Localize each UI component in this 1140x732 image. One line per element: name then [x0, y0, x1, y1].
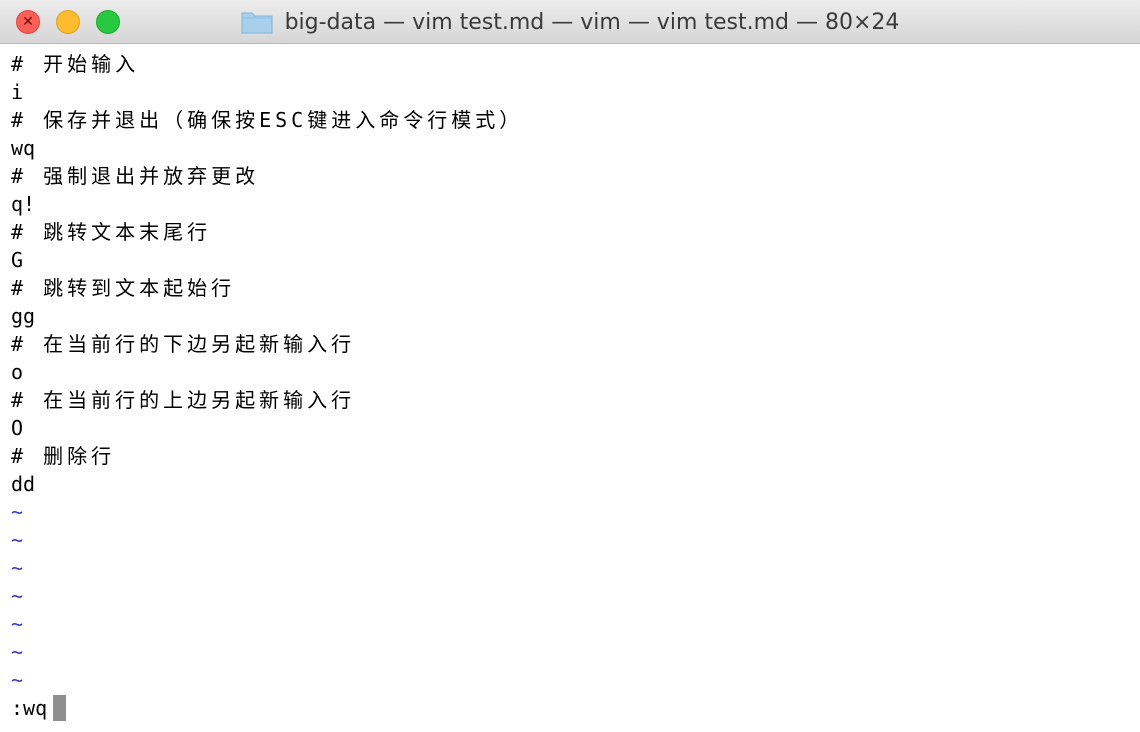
text-cursor: [53, 695, 66, 721]
editor-line: o: [11, 360, 24, 384]
empty-line-tilde: ~: [11, 584, 24, 608]
editor-line: gg: [11, 304, 36, 328]
editor-line: i: [11, 80, 24, 104]
editor-line: # 保存并退出（确保按ESC键进入命令行模式）: [11, 108, 524, 132]
title-bar[interactable]: ✕ big-data — vim test.md — vim — vim tes…: [0, 0, 1140, 44]
editor-line: dd: [11, 472, 36, 496]
title-area: big-data — vim test.md — vim — vim test.…: [0, 0, 1140, 44]
editor-line: O: [11, 416, 24, 440]
editor-line: # 删除行: [11, 444, 116, 468]
empty-line-tilde: ~: [11, 556, 24, 580]
editor-line: # 跳转文本末尾行: [11, 220, 212, 244]
empty-line-tilde: ~: [11, 528, 24, 552]
editor-line: # 开始输入: [11, 52, 140, 76]
editor-line: wq: [11, 136, 36, 160]
editor-line: # 在当前行的下边另起新输入行: [11, 332, 356, 356]
empty-line-tilde: ~: [11, 668, 24, 692]
editor-line: # 强制退出并放弃更改: [11, 164, 260, 188]
empty-line-tilde: ~: [11, 640, 24, 664]
editor-line: G: [11, 248, 24, 272]
terminal-window: ✕ big-data — vim test.md — vim — vim tes…: [0, 0, 1140, 732]
command-line[interactable]: :wq: [11, 694, 47, 722]
empty-line-tilde: ~: [11, 612, 24, 636]
empty-line-tilde: ~: [11, 500, 24, 524]
folder-icon: [241, 12, 273, 34]
window-title: big-data — vim test.md — vim — vim test.…: [284, 9, 900, 35]
vim-editor[interactable]: # 开始输入 i # 保存并退出（确保按ESC键进入命令行模式） wq # 强制…: [0, 50, 1140, 732]
editor-line: q!: [11, 192, 36, 216]
editor-line: # 在当前行的上边另起新输入行: [11, 388, 356, 412]
editor-line: # 跳转到文本起始行: [11, 276, 236, 300]
